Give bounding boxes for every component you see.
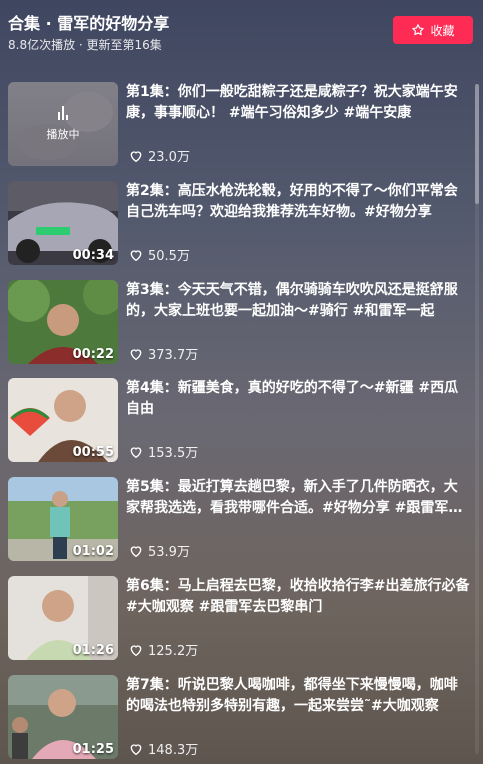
heart-outline-icon bbox=[130, 348, 142, 360]
heart-outline-icon bbox=[130, 545, 142, 557]
collection-title: 合集 · 雷军的好物分享 bbox=[8, 14, 170, 33]
episode-list[interactable]: 播放中 第1集：你们一般吃甜粽子还是咸粽子？祝大家端午安康，事事顺心！ #端午习… bbox=[0, 76, 470, 764]
episode-title: 第3集：今天天气不错，偶尔骑骑车吹吹风还是挺舒服的，大家上班也要一起加油～#骑行… bbox=[126, 282, 458, 319]
video-duration: 00:34 bbox=[72, 248, 114, 263]
collection-stats: 8.8亿次播放 · 更新至第16集 bbox=[8, 38, 162, 52]
episode-item[interactable]: 00:55 第4集：新疆美食，真的好吃的不得了～#新疆 #西瓜自由 153.5万 bbox=[0, 372, 470, 464]
like-count-value: 153.5万 bbox=[148, 446, 199, 461]
scrollbar-track[interactable] bbox=[475, 84, 479, 754]
video-duration: 01:02 bbox=[72, 544, 114, 559]
episode-thumbnail[interactable]: 播放中 bbox=[8, 82, 118, 166]
episode-item[interactable]: 01:02 第5集：最近打算去趟巴黎，新入手了几件防晒衣，大家帮我选选，看我带哪… bbox=[0, 471, 470, 563]
video-duration: 01:26 bbox=[72, 643, 114, 658]
episode-item[interactable]: 00:22 第3集：今天天气不错，偶尔骑骑车吹吹风还是挺舒服的，大家上班也要一起… bbox=[0, 274, 470, 366]
like-count-value: 50.5万 bbox=[148, 249, 190, 264]
like-count: 53.9万 bbox=[128, 541, 190, 560]
like-count: 148.3万 bbox=[128, 739, 198, 758]
episode-title: 第1集：你们一般吃甜粽子还是咸粽子？祝大家端午安康，事事顺心！ #端午习俗知多少… bbox=[126, 84, 458, 121]
favorite-button[interactable]: 收藏 bbox=[393, 16, 473, 44]
episode-item[interactable]: 01:25 第7集：听说巴黎人喝咖啡，都得坐下来慢慢喝，咖啡的喝法也特别多特别有… bbox=[0, 669, 470, 761]
episode-title: 第2集：高压水枪洗轮毂，好用的不得了～你们平常会自己洗车吗？欢迎给我推荐洗车好物… bbox=[126, 183, 458, 220]
episode-item[interactable]: 01:26 第6集：马上启程去巴黎，收拾收拾行李#出差旅行必备 #大咖观察 #跟… bbox=[0, 570, 470, 662]
episode-thumbnail[interactable]: 00:22 bbox=[8, 280, 118, 364]
episode-title: 第4集：新疆美食，真的好吃的不得了～#新疆 #西瓜自由 bbox=[126, 380, 459, 417]
favorite-label: 收藏 bbox=[430, 23, 455, 38]
like-count: 23.0万 bbox=[128, 146, 190, 165]
episode-title: 第6集：马上启程去巴黎，收拾收拾行李#出差旅行必备 #大咖观察 #跟雷军去巴黎串… bbox=[126, 578, 470, 615]
heart-outline-icon bbox=[130, 644, 142, 656]
episode-title: 第5集：最近打算去趟巴黎，新入手了几件防晒衣，大家帮我选选，看我带哪件合适。#好… bbox=[126, 479, 463, 516]
episode-thumbnail[interactable]: 01:02 bbox=[8, 477, 118, 561]
heart-outline-icon bbox=[130, 150, 142, 162]
like-count: 153.5万 bbox=[128, 442, 198, 461]
heart-outline-icon bbox=[130, 446, 142, 458]
now-playing-overlay: 播放中 bbox=[8, 82, 118, 166]
episode-thumbnail[interactable]: 01:25 bbox=[8, 675, 118, 759]
like-count-value: 23.0万 bbox=[148, 150, 190, 165]
episode-item[interactable]: 00:34 第2集：高压水枪洗轮毂，好用的不得了～你们平常会自己洗车吗？欢迎给我… bbox=[0, 175, 470, 267]
episode-title: 第7集：听说巴黎人喝咖啡，都得坐下来慢慢喝，咖啡的喝法也特别多特别有趣，一起来尝… bbox=[126, 677, 458, 714]
like-count-value: 373.7万 bbox=[148, 348, 199, 363]
heart-outline-icon bbox=[130, 249, 142, 261]
heart-outline-icon bbox=[130, 743, 142, 755]
video-duration: 01:25 bbox=[72, 742, 114, 757]
like-count-value: 148.3万 bbox=[148, 743, 199, 758]
episode-thumbnail[interactable]: 00:34 bbox=[8, 181, 118, 265]
like-count-value: 53.9万 bbox=[148, 545, 190, 560]
video-duration: 00:55 bbox=[72, 445, 114, 460]
like-count: 50.5万 bbox=[128, 245, 190, 264]
episode-item[interactable]: 播放中 第1集：你们一般吃甜粽子还是咸粽子？祝大家端午安康，事事顺心！ #端午习… bbox=[0, 76, 470, 168]
audio-bars-icon bbox=[58, 106, 68, 120]
episode-thumbnail[interactable]: 01:26 bbox=[8, 576, 118, 660]
scrollbar-thumb[interactable] bbox=[475, 84, 479, 204]
like-count: 125.2万 bbox=[128, 640, 198, 659]
episode-thumbnail[interactable]: 00:55 bbox=[8, 378, 118, 462]
now-playing-label: 播放中 bbox=[46, 128, 80, 141]
collection-header: 合集 · 雷军的好物分享 8.8亿次播放 · 更新至第16集 收藏 bbox=[0, 0, 483, 64]
star-outline-icon bbox=[412, 24, 425, 36]
video-duration: 00:22 bbox=[72, 347, 114, 362]
like-count-value: 125.2万 bbox=[148, 644, 199, 659]
like-count: 373.7万 bbox=[128, 344, 198, 363]
